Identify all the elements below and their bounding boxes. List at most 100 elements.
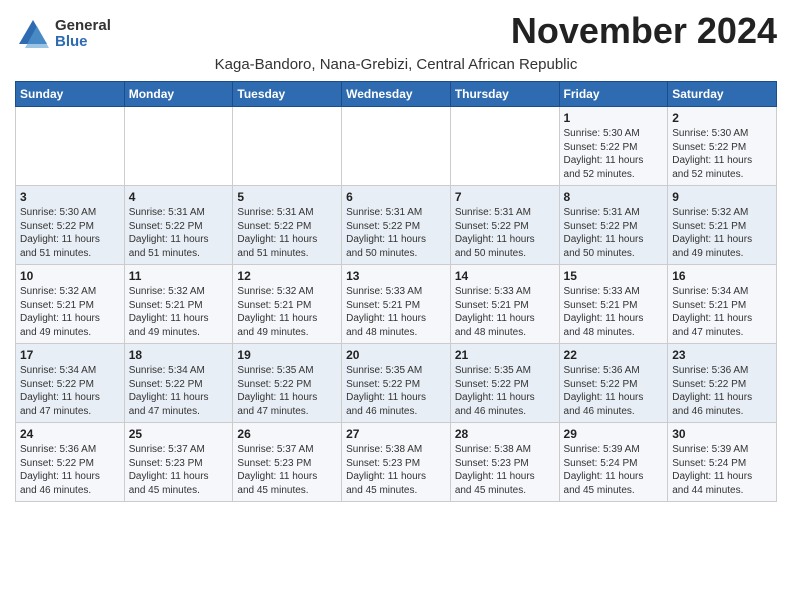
cell-content: Sunrise: 5:34 AM Sunset: 5:22 PM Dayligh… xyxy=(20,364,120,418)
calendar-cell xyxy=(16,107,125,186)
logo-blue: Blue xyxy=(55,34,111,51)
calendar-cell: 16 Sunrise: 5:34 AM Sunset: 5:21 PM Dayli… xyxy=(668,265,777,344)
calendar-cell: 3 Sunrise: 5:30 AM Sunset: 5:22 PM Daylig… xyxy=(16,186,125,265)
day-number: 9 xyxy=(672,190,772,204)
cell-content: Sunrise: 5:35 AM Sunset: 5:22 PM Dayligh… xyxy=(346,364,446,418)
cell-content: Sunrise: 5:35 AM Sunset: 5:22 PM Dayligh… xyxy=(237,364,337,418)
cell-content: Sunrise: 5:31 AM Sunset: 5:22 PM Dayligh… xyxy=(455,206,555,260)
calendar-week-row: 24 Sunrise: 5:36 AM Sunset: 5:22 PM Dayli… xyxy=(16,423,777,502)
calendar-cell: 15 Sunrise: 5:33 AM Sunset: 5:21 PM Dayli… xyxy=(559,265,668,344)
day-number: 13 xyxy=(346,269,446,283)
calendar-cell: 12 Sunrise: 5:32 AM Sunset: 5:21 PM Dayli… xyxy=(233,265,342,344)
calendar-cell: 18Sunrise: 5:34 AM Sunset: 5:22 PM Dayli… xyxy=(124,344,233,423)
calendar-week-row: 3 Sunrise: 5:30 AM Sunset: 5:22 PM Daylig… xyxy=(16,186,777,265)
cell-content: Sunrise: 5:31 AM Sunset: 5:22 PM Dayligh… xyxy=(129,206,229,260)
calendar-cell: 23 Sunrise: 5:36 AM Sunset: 5:22 PM Dayli… xyxy=(668,344,777,423)
calendar-cell xyxy=(124,107,233,186)
cell-content: Sunrise: 5:32 AM Sunset: 5:21 PM Dayligh… xyxy=(237,285,337,339)
cell-content: Sunrise: 5:30 AM Sunset: 5:22 PM Dayligh… xyxy=(672,127,772,181)
day-number: 8 xyxy=(564,190,664,204)
cell-content: Sunrise: 5:31 AM Sunset: 5:22 PM Dayligh… xyxy=(346,206,446,260)
calendar-cell: 22 Sunrise: 5:36 AM Sunset: 5:22 PM Dayli… xyxy=(559,344,668,423)
day-number: 22 xyxy=(564,348,664,362)
calendar-cell xyxy=(233,107,342,186)
calendar-cell: 20 Sunrise: 5:35 AM Sunset: 5:22 PM Dayli… xyxy=(342,344,451,423)
day-number: 25 xyxy=(129,427,229,441)
day-number: 1 xyxy=(564,111,664,125)
weekday-header-saturday: Saturday xyxy=(668,82,777,107)
day-number: 15 xyxy=(564,269,664,283)
weekday-header-tuesday: Tuesday xyxy=(233,82,342,107)
day-number: 14 xyxy=(455,269,555,283)
logo: General Blue xyxy=(15,16,111,52)
cell-content: Sunrise: 5:38 AM Sunset: 5:23 PM Dayligh… xyxy=(455,443,555,497)
calendar-cell: 10Sunrise: 5:32 AM Sunset: 5:21 PM Dayli… xyxy=(16,265,125,344)
day-number: 7 xyxy=(455,190,555,204)
calendar-cell: 9Sunrise: 5:32 AM Sunset: 5:21 PM Daylig… xyxy=(668,186,777,265)
calendar-table: SundayMondayTuesdayWednesdayThursdayFrid… xyxy=(15,81,777,502)
day-number: 29 xyxy=(564,427,664,441)
calendar-cell: 1 Sunrise: 5:30 AM Sunset: 5:22 PM Daylig… xyxy=(559,107,668,186)
cell-content: Sunrise: 5:34 AM Sunset: 5:22 PM Dayligh… xyxy=(129,364,229,418)
calendar-cell: 28Sunrise: 5:38 AM Sunset: 5:23 PM Dayli… xyxy=(450,423,559,502)
cell-content: Sunrise: 5:39 AM Sunset: 5:24 PM Dayligh… xyxy=(672,443,772,497)
calendar-week-row: 10Sunrise: 5:32 AM Sunset: 5:21 PM Dayli… xyxy=(16,265,777,344)
cell-content: Sunrise: 5:33 AM Sunset: 5:21 PM Dayligh… xyxy=(564,285,664,339)
cell-content: Sunrise: 5:33 AM Sunset: 5:21 PM Dayligh… xyxy=(346,285,446,339)
cell-content: Sunrise: 5:36 AM Sunset: 5:22 PM Dayligh… xyxy=(672,364,772,418)
logo-general: General xyxy=(55,18,111,35)
cell-content: Sunrise: 5:37 AM Sunset: 5:23 PM Dayligh… xyxy=(129,443,229,497)
calendar-cell: 29 Sunrise: 5:39 AM Sunset: 5:24 PM Dayli… xyxy=(559,423,668,502)
calendar-cell: 11Sunrise: 5:32 AM Sunset: 5:21 PM Dayli… xyxy=(124,265,233,344)
cell-content: Sunrise: 5:30 AM Sunset: 5:22 PM Dayligh… xyxy=(564,127,664,181)
logo-text: General Blue xyxy=(55,18,111,51)
header: General Blue November 2024 xyxy=(15,10,777,52)
calendar-cell: 17 Sunrise: 5:34 AM Sunset: 5:22 PM Dayli… xyxy=(16,344,125,423)
day-number: 3 xyxy=(20,190,120,204)
calendar-cell: 2 Sunrise: 5:30 AM Sunset: 5:22 PM Daylig… xyxy=(668,107,777,186)
day-number: 11 xyxy=(129,269,229,283)
weekday-header-monday: Monday xyxy=(124,82,233,107)
cell-content: Sunrise: 5:32 AM Sunset: 5:21 PM Dayligh… xyxy=(20,285,120,339)
day-number: 16 xyxy=(672,269,772,283)
day-number: 20 xyxy=(346,348,446,362)
calendar-week-row: 17 Sunrise: 5:34 AM Sunset: 5:22 PM Dayli… xyxy=(16,344,777,423)
calendar-cell: 21 Sunrise: 5:35 AM Sunset: 5:22 PM Dayli… xyxy=(450,344,559,423)
day-number: 2 xyxy=(672,111,772,125)
cell-content: Sunrise: 5:35 AM Sunset: 5:22 PM Dayligh… xyxy=(455,364,555,418)
cell-content: Sunrise: 5:36 AM Sunset: 5:22 PM Dayligh… xyxy=(564,364,664,418)
cell-content: Sunrise: 5:37 AM Sunset: 5:23 PM Dayligh… xyxy=(237,443,337,497)
month-title: November 2024 xyxy=(511,10,777,52)
weekday-header-sunday: Sunday xyxy=(16,82,125,107)
day-number: 26 xyxy=(237,427,337,441)
cell-content: Sunrise: 5:31 AM Sunset: 5:22 PM Dayligh… xyxy=(564,206,664,260)
cell-content: Sunrise: 5:36 AM Sunset: 5:22 PM Dayligh… xyxy=(20,443,120,497)
cell-content: Sunrise: 5:34 AM Sunset: 5:21 PM Dayligh… xyxy=(672,285,772,339)
day-number: 23 xyxy=(672,348,772,362)
day-number: 17 xyxy=(20,348,120,362)
cell-content: Sunrise: 5:38 AM Sunset: 5:23 PM Dayligh… xyxy=(346,443,446,497)
cell-content: Sunrise: 5:33 AM Sunset: 5:21 PM Dayligh… xyxy=(455,285,555,339)
calendar-cell: 30 Sunrise: 5:39 AM Sunset: 5:24 PM Dayli… xyxy=(668,423,777,502)
weekday-header-row: SundayMondayTuesdayWednesdayThursdayFrid… xyxy=(16,82,777,107)
cell-content: Sunrise: 5:31 AM Sunset: 5:22 PM Dayligh… xyxy=(237,206,337,260)
calendar-cell: 5 Sunrise: 5:31 AM Sunset: 5:22 PM Daylig… xyxy=(233,186,342,265)
calendar-cell: 8 Sunrise: 5:31 AM Sunset: 5:22 PM Daylig… xyxy=(559,186,668,265)
calendar-cell: 24 Sunrise: 5:36 AM Sunset: 5:22 PM Dayli… xyxy=(16,423,125,502)
day-number: 4 xyxy=(129,190,229,204)
weekday-header-wednesday: Wednesday xyxy=(342,82,451,107)
calendar-cell: 27Sunrise: 5:38 AM Sunset: 5:23 PM Dayli… xyxy=(342,423,451,502)
calendar-cell: 13 Sunrise: 5:33 AM Sunset: 5:21 PM Dayli… xyxy=(342,265,451,344)
calendar-cell: 6Sunrise: 5:31 AM Sunset: 5:22 PM Daylig… xyxy=(342,186,451,265)
cell-content: Sunrise: 5:39 AM Sunset: 5:24 PM Dayligh… xyxy=(564,443,664,497)
calendar-cell: 25 Sunrise: 5:37 AM Sunset: 5:23 PM Dayli… xyxy=(124,423,233,502)
day-number: 21 xyxy=(455,348,555,362)
calendar-cell: 14 Sunrise: 5:33 AM Sunset: 5:21 PM Dayli… xyxy=(450,265,559,344)
cell-content: Sunrise: 5:30 AM Sunset: 5:22 PM Dayligh… xyxy=(20,206,120,260)
day-number: 19 xyxy=(237,348,337,362)
day-number: 12 xyxy=(237,269,337,283)
logo-icon xyxy=(15,16,51,52)
day-number: 30 xyxy=(672,427,772,441)
day-number: 24 xyxy=(20,427,120,441)
day-number: 5 xyxy=(237,190,337,204)
